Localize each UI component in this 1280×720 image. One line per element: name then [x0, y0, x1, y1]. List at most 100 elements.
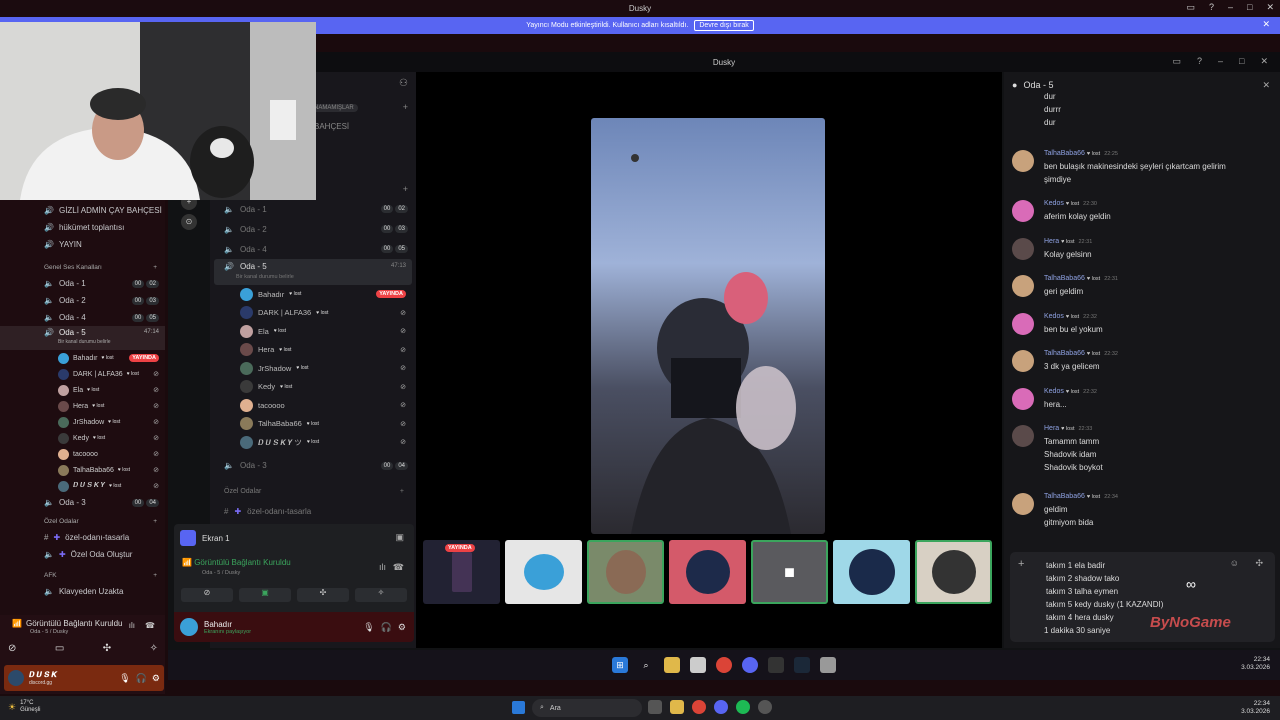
inbox-icon[interactable]: ▭: [1186, 2, 1195, 13]
disconnect-icon[interactable]: ☎: [145, 621, 155, 630]
windows-icon[interactable]: ⊞: [612, 657, 628, 673]
obs-icon[interactable]: [758, 700, 772, 714]
discord-icon[interactable]: [742, 657, 758, 673]
author-name[interactable]: TalhaBaba66: [1044, 493, 1085, 500]
text-channel-ozel-odani-tasarla[interactable]: # ✚ özel-odanı-tasarla: [214, 502, 412, 522]
author-name[interactable]: TalhaBaba66: [1044, 150, 1085, 157]
author-name[interactable]: Hera: [1044, 425, 1059, 432]
text-channel-ozel-odani-tasarla[interactable]: # ✚ özel-odanı-tasarla: [0, 529, 165, 546]
participant-tile[interactable]: ■: [751, 540, 828, 604]
voice-channel[interactable]: 🔈 Oda - 4 00 05: [0, 309, 165, 326]
add-attachment-icon[interactable]: +: [1018, 558, 1024, 570]
obs-icon[interactable]: [820, 657, 836, 673]
participant-tile[interactable]: [833, 540, 910, 604]
voice-channel-oda-2[interactable]: 🔈 Oda - 2 00 03: [214, 219, 412, 239]
author-name[interactable]: TalhaBaba66: [1044, 275, 1085, 282]
soundboard-button[interactable]: ✧: [150, 643, 158, 654]
participant-tile[interactable]: [669, 540, 746, 604]
voice-member[interactable]: DARK | ALFA36 ♥ lost ⊘: [0, 366, 165, 382]
noise-icon[interactable]: ılı: [379, 562, 386, 572]
avatar[interactable]: [1012, 200, 1034, 222]
voice-channel-klavyeden-uzakta[interactable]: 🔈 Klavyeden Uzakta: [0, 583, 165, 600]
voice-member[interactable]: TalhaBaba66 ♥ lost ⊘: [214, 415, 412, 434]
start-button[interactable]: [512, 701, 525, 714]
voice-member[interactable]: Hera ♥ lost ⊘: [0, 398, 165, 414]
voice-channel-oda-5[interactable]: 🔊 Oda - 5 47:13 Bir kanal durumu belirle: [214, 259, 412, 285]
help-icon[interactable]: ?: [1197, 56, 1202, 67]
author-name[interactable]: Kedos: [1044, 313, 1064, 320]
minimize-icon[interactable]: –: [1228, 2, 1233, 13]
avatar[interactable]: [1012, 238, 1034, 260]
search-icon[interactable]: ⌕: [638, 657, 654, 673]
voice-member[interactable]: TalhaBaba66 ♥ lost ⊘: [0, 462, 165, 478]
avatar[interactable]: [1012, 425, 1034, 447]
voice-member[interactable]: DARK | ALFA36 ♥ lost ⊘: [214, 304, 412, 323]
avatar[interactable]: [1012, 350, 1034, 372]
voice-member[interactable]: JrShadow ♥ lost ⊘: [214, 359, 412, 378]
avatar[interactable]: [1012, 150, 1034, 172]
disconnect-icon[interactable]: ☎: [393, 562, 404, 573]
disable-streamer-mode-button[interactable]: Devre dışı bırak: [694, 20, 754, 31]
voice-member[interactable]: Bahadır ♥ lost YAYINDA: [214, 285, 412, 304]
voice-member[interactable]: Bahadır ♥ lost YAYINDA: [0, 350, 165, 366]
voice-member[interactable]: Hera ♥ lost ⊘: [214, 341, 412, 360]
apps-icon[interactable]: ✣: [1255, 558, 1263, 569]
close-chat-icon[interactable]: ✕: [1262, 80, 1270, 91]
store-icon[interactable]: [690, 657, 706, 673]
voice-channel-hukumet[interactable]: 🔊 hükümet toplantısı: [0, 219, 165, 236]
taskbar-search[interactable]: ⌕ Ara: [532, 699, 642, 717]
close-icon[interactable]: ✕: [1266, 2, 1274, 13]
settings-icon[interactable]: ⚙: [152, 673, 160, 684]
headphone-icon[interactable]: 🎧: [136, 673, 147, 684]
maximize-icon[interactable]: □: [1239, 56, 1244, 67]
add-icon[interactable]: +: [153, 572, 157, 579]
noise-icon[interactable]: ılı: [129, 621, 135, 630]
author-name[interactable]: Kedos: [1044, 200, 1064, 207]
focused-video-tile[interactable]: [591, 118, 825, 534]
add-icon[interactable]: +: [400, 488, 404, 495]
voice-channel-oda-5[interactable]: 🔊 Oda - 5 47:14 Bir kanal durumu belirle: [0, 326, 165, 350]
soundboard-button[interactable]: ✧: [355, 588, 407, 602]
voice-channel[interactable]: 🔈 Oda - 2 00 03: [0, 292, 165, 309]
camera-button[interactable]: ⊘: [181, 588, 233, 602]
participant-tile[interactable]: [587, 540, 664, 604]
author-name[interactable]: Hera: [1044, 238, 1059, 245]
voice-member[interactable]: JrShadow ♥ lost ⊘: [0, 414, 165, 430]
mic-icon[interactable]: 🎙: [363, 622, 374, 633]
author-name[interactable]: Kedos: [1044, 388, 1064, 395]
members-icon[interactable]: ⚇: [399, 78, 408, 89]
participant-tile[interactable]: [505, 540, 582, 604]
add-icon[interactable]: +: [403, 184, 408, 194]
voice-channel-ozel-oda-olustur[interactable]: 🔈 ✚ Özel Oda Oluştur: [0, 546, 165, 563]
weather-icon[interactable]: ☀: [8, 702, 16, 713]
stream-preview-icon[interactable]: ▣: [395, 532, 404, 543]
app-icon[interactable]: [768, 657, 784, 673]
avatar[interactable]: [1012, 493, 1034, 515]
voice-channel-oda-3[interactable]: 🔈 Oda - 3 00 04: [214, 456, 412, 476]
channel-status[interactable]: Bir kanal durumu belirle: [58, 339, 111, 345]
inbox-icon[interactable]: ▭: [1172, 56, 1181, 67]
add-icon[interactable]: +: [153, 264, 157, 271]
maximize-icon[interactable]: □: [1247, 2, 1252, 13]
voice-channel-oda-1[interactable]: 🔈 Oda - 1 00 02: [214, 199, 412, 219]
category-afk[interactable]: AFK +: [0, 567, 165, 583]
minimize-icon[interactable]: –: [1218, 56, 1223, 67]
steam-icon[interactable]: [794, 657, 810, 673]
voice-member[interactable]: Kedy ♥ lost ⊘: [214, 378, 412, 397]
voice-channel-oda-3[interactable]: 🔈 Oda - 3 00 04: [0, 494, 165, 511]
screen-share-button[interactable]: ▣: [239, 588, 291, 602]
channel-status[interactable]: Bir kanal durumu belirle: [236, 274, 294, 280]
voice-channel-admin[interactable]: 🔊 GİZLİ ADMİN ÇAY BAHÇESİ: [0, 202, 165, 219]
private-category[interactable]: Özel Odalar +: [214, 482, 412, 502]
voice-member[interactable]: tacoooo ⊘: [214, 396, 412, 415]
camera-button[interactable]: ⊘: [8, 643, 16, 654]
folder-icon[interactable]: [670, 700, 684, 714]
settings-icon[interactable]: ⚙: [398, 622, 406, 633]
emoji-icon[interactable]: ☺: [1230, 558, 1239, 568]
voice-member[interactable]: tacoooo ⊘: [0, 446, 165, 462]
voice-status[interactable]: 📶 Görüntülü Bağlantı Kuruldu: [182, 558, 291, 567]
participant-tile[interactable]: [915, 540, 992, 604]
voice-channel-oda-4[interactable]: 🔈 Oda - 4 00 05: [214, 239, 412, 259]
voice-channel-yayin[interactable]: 🔊 YAYIN: [0, 236, 165, 253]
folder-icon[interactable]: [664, 657, 680, 673]
